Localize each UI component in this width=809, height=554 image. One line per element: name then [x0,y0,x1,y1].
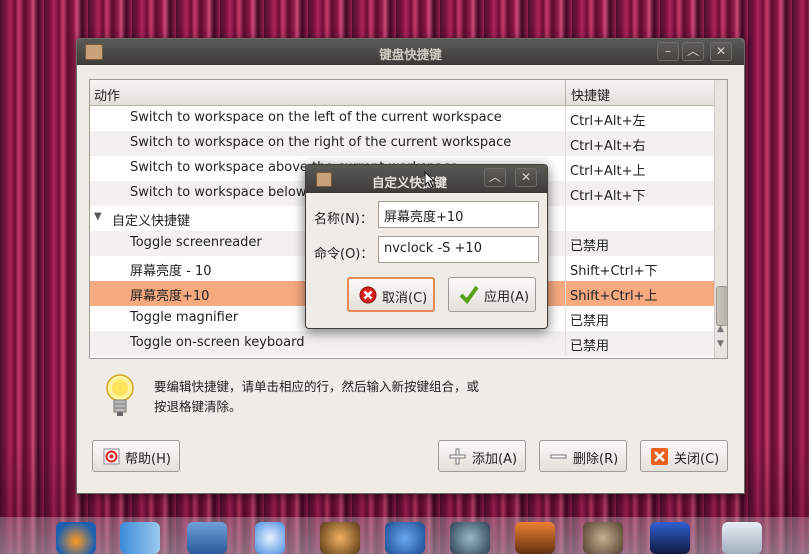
instruction-text: 要编辑快捷键，请单击相应的行，然后输入新按键组合，或按退格键清除。 [154,379,480,414]
help-button[interactable]: 帮助(H) [92,440,180,472]
plus-icon [449,448,466,465]
help-label: 帮助(H) [125,452,171,467]
close-button[interactable]: 关闭(C) [640,440,728,472]
row-action: Switch to workspace on the left of the c… [130,110,502,125]
dialog-titlebar[interactable]: 自定义快捷键 ︿ ✕ [306,165,547,193]
close-label: 关闭(C) [674,452,720,467]
minus-icon [550,454,567,459]
dialog-close-button[interactable]: ✕ [515,168,537,187]
cancel-label: 取消(C) [382,291,428,306]
printer-icon[interactable] [722,522,762,554]
scrollbar-thumb[interactable] [716,286,727,326]
column-header-action[interactable]: 动作 [94,85,120,104]
row-action: Switch to workspace below [130,185,307,200]
command-label: 命令(O)： [314,247,374,262]
delete-button[interactable]: 删除(R) [539,440,627,472]
row-action: 屏幕亮度 - 10 [130,264,212,279]
table-row[interactable]: Switch to workspace on the right of the … [90,131,714,156]
gimp-icon[interactable] [320,522,360,554]
time-machine-icon[interactable] [450,522,490,554]
custom-shortcut-dialog: 自定义快捷键 ︿ ✕ 名称(N)： 屏幕亮度+10 命令(O)： nvclock… [305,164,548,329]
cancel-button[interactable]: 取消(C) [347,277,435,312]
video-icon[interactable] [650,522,690,554]
name-field[interactable]: 屏幕亮度+10 [378,201,539,228]
checkmark-icon [459,285,479,304]
tree-header: 动作 快捷键 [90,80,714,106]
facetime-icon[interactable] [385,522,425,554]
itunes-icon[interactable] [255,522,285,554]
row-shortcut: 已禁用 [570,314,610,329]
dialog-app-icon [316,172,332,187]
finder-icon[interactable] [120,522,160,554]
expander-icon[interactable]: ▼ [94,211,102,222]
scroll-down-arrow-icon[interactable]: ▼ [717,339,724,349]
help-icon [103,448,120,465]
add-label: 添加(A) [472,452,518,467]
firefox-icon[interactable] [56,522,96,554]
row-shortcut: Shift+Ctrl+下 [570,264,658,279]
row-action: 屏幕亮度+10 [130,289,210,304]
vertical-scrollbar[interactable]: ▲ ▼ [714,80,727,358]
close-icon [651,448,668,465]
window-title: 键盘快捷键 [379,47,442,62]
row-shortcut: 已禁用 [570,239,610,254]
row-action: Toggle screenreader [130,235,262,250]
row-shortcut: Ctrl+Alt+下 [570,189,646,204]
group-label: 自定义快捷键 [112,214,191,229]
mail-icon[interactable] [187,522,227,554]
apply-button[interactable]: 应用(A) [448,277,536,312]
gimp-wilber-icon[interactable] [583,522,623,554]
window-titlebar[interactable]: 键盘快捷键 – ︿ ✕ [77,39,744,65]
name-label: 名称(N)： [314,212,373,227]
row-action: Switch to workspace on the right of the … [130,135,512,150]
minimize-button[interactable]: – [657,42,679,61]
add-button[interactable]: 添加(A) [438,440,526,472]
cancel-icon [359,286,377,304]
row-action: Toggle on-screen keyboard [130,335,305,350]
photo-icon[interactable] [515,522,555,554]
maximize-button[interactable]: ︿ [682,42,704,61]
table-row[interactable]: Switch to workspace on the left of the c… [90,106,714,131]
close-window-button[interactable]: ✕ [710,42,732,61]
command-field[interactable]: nvclock -S +10 [378,236,539,263]
table-row[interactable]: Toggle on-screen keyboard 已禁用 [90,331,714,356]
lightbulb-icon [106,374,134,416]
row-shortcut: Ctrl+Alt+上 [570,164,646,179]
mouse-cursor-icon [424,171,436,189]
row-shortcut: 已禁用 [570,339,610,354]
row-shortcut: Shift+Ctrl+上 [570,289,658,304]
apply-label: 应用(A) [484,290,530,305]
header-separator [565,80,566,105]
dialog-maximize-button[interactable]: ︿ [484,168,506,187]
row-shortcut: Ctrl+Alt+右 [570,139,646,154]
row-action: Toggle magnifier [130,310,239,325]
delete-label: 删除(R) [573,452,619,467]
column-header-shortcut[interactable]: 快捷键 [571,85,610,104]
row-shortcut: Ctrl+Alt+左 [570,114,646,129]
scroll-up-arrow-icon[interactable]: ▲ [717,324,724,334]
